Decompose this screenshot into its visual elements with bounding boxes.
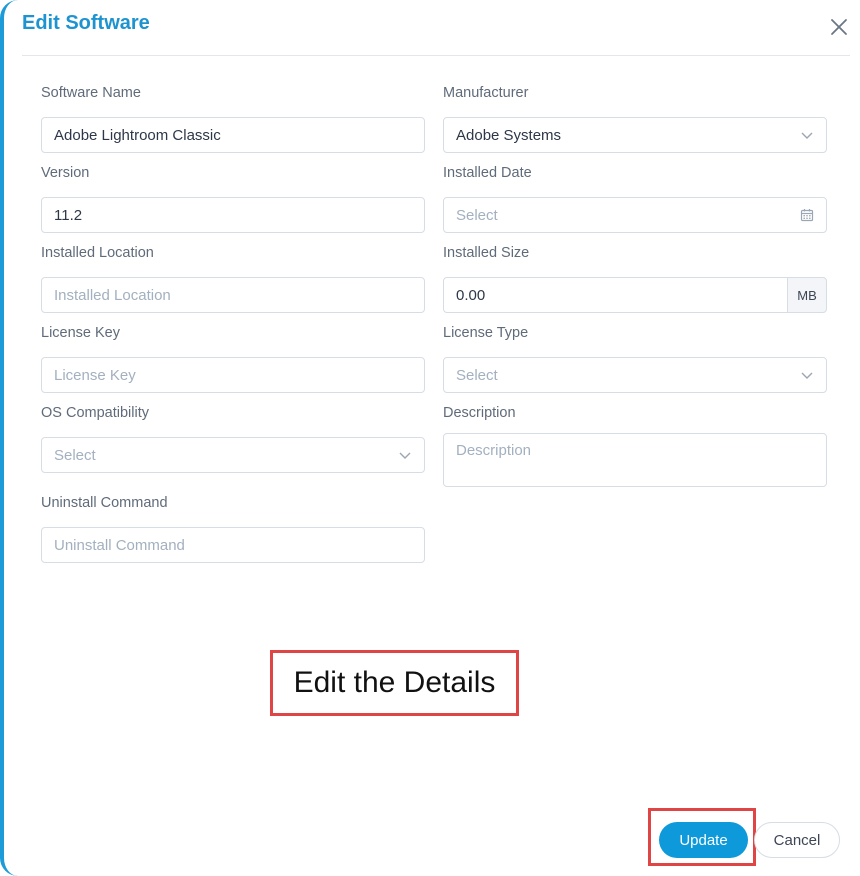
chevron-down-icon xyxy=(800,368,814,382)
manufacturer-select[interactable]: Adobe Systems xyxy=(443,117,827,153)
software-name-input[interactable] xyxy=(41,117,425,153)
license-type-label: License Type xyxy=(443,325,529,341)
uninstall-command-field: Uninstall Command xyxy=(41,493,425,563)
close-icon[interactable] xyxy=(828,16,850,38)
os-compatibility-field: OS Compatibility Select xyxy=(41,403,425,473)
installed-date-label: Installed Date xyxy=(443,165,532,181)
installed-location-label: Installed Location xyxy=(41,245,154,261)
license-type-select[interactable]: Select xyxy=(443,357,827,393)
calendar-icon[interactable] xyxy=(800,208,814,222)
installed-date-picker[interactable]: Select xyxy=(443,197,827,233)
version-input[interactable] xyxy=(41,197,425,233)
license-key-label: License Key xyxy=(41,325,120,341)
software-name-field: Software Name xyxy=(41,83,425,153)
license-key-field: License Key xyxy=(41,323,425,393)
description-label: Description xyxy=(443,405,516,421)
installed-location-field: Installed Location xyxy=(41,243,425,313)
dialog-header: Edit Software xyxy=(22,0,850,56)
installed-size-label: Installed Size xyxy=(443,245,530,261)
license-type-placeholder: Select xyxy=(456,366,498,384)
os-compatibility-placeholder: Select xyxy=(54,446,96,464)
license-type-field: License Type Select xyxy=(443,323,827,393)
version-field: Version xyxy=(41,163,425,233)
license-key-input[interactable] xyxy=(41,357,425,393)
installed-location-input[interactable] xyxy=(41,277,425,313)
description-textarea[interactable] xyxy=(443,433,827,487)
uninstall-command-input[interactable] xyxy=(41,527,425,563)
cancel-button[interactable]: Cancel xyxy=(754,822,840,858)
uninstall-command-label: Uninstall Command xyxy=(41,495,168,511)
os-compatibility-label: OS Compatibility xyxy=(41,405,149,421)
version-label: Version xyxy=(41,165,90,181)
software-name-label: Software Name xyxy=(41,85,141,101)
description-field: Description xyxy=(443,403,827,487)
installed-date-placeholder: Select xyxy=(456,206,498,224)
installed-size-group: MB xyxy=(443,277,827,313)
dialog-title: Edit Software xyxy=(22,12,150,34)
edit-details-callout: Edit the Details xyxy=(270,650,519,716)
installed-size-input[interactable] xyxy=(443,277,787,313)
chevron-down-icon xyxy=(398,448,412,462)
manufacturer-field: Manufacturer Adobe Systems xyxy=(443,83,827,153)
installed-date-field: Installed Date Select xyxy=(443,163,827,233)
size-unit-addon: MB xyxy=(787,277,827,313)
update-button[interactable]: Update xyxy=(659,822,748,858)
edit-software-dialog: Edit Software Software Name Manufacturer… xyxy=(0,0,860,876)
chevron-down-icon xyxy=(800,128,814,142)
os-compatibility-select[interactable]: Select xyxy=(41,437,425,473)
manufacturer-selected-value: Adobe Systems xyxy=(456,126,562,144)
installed-size-field: Installed Size MB xyxy=(443,243,827,313)
manufacturer-label: Manufacturer xyxy=(443,85,529,101)
